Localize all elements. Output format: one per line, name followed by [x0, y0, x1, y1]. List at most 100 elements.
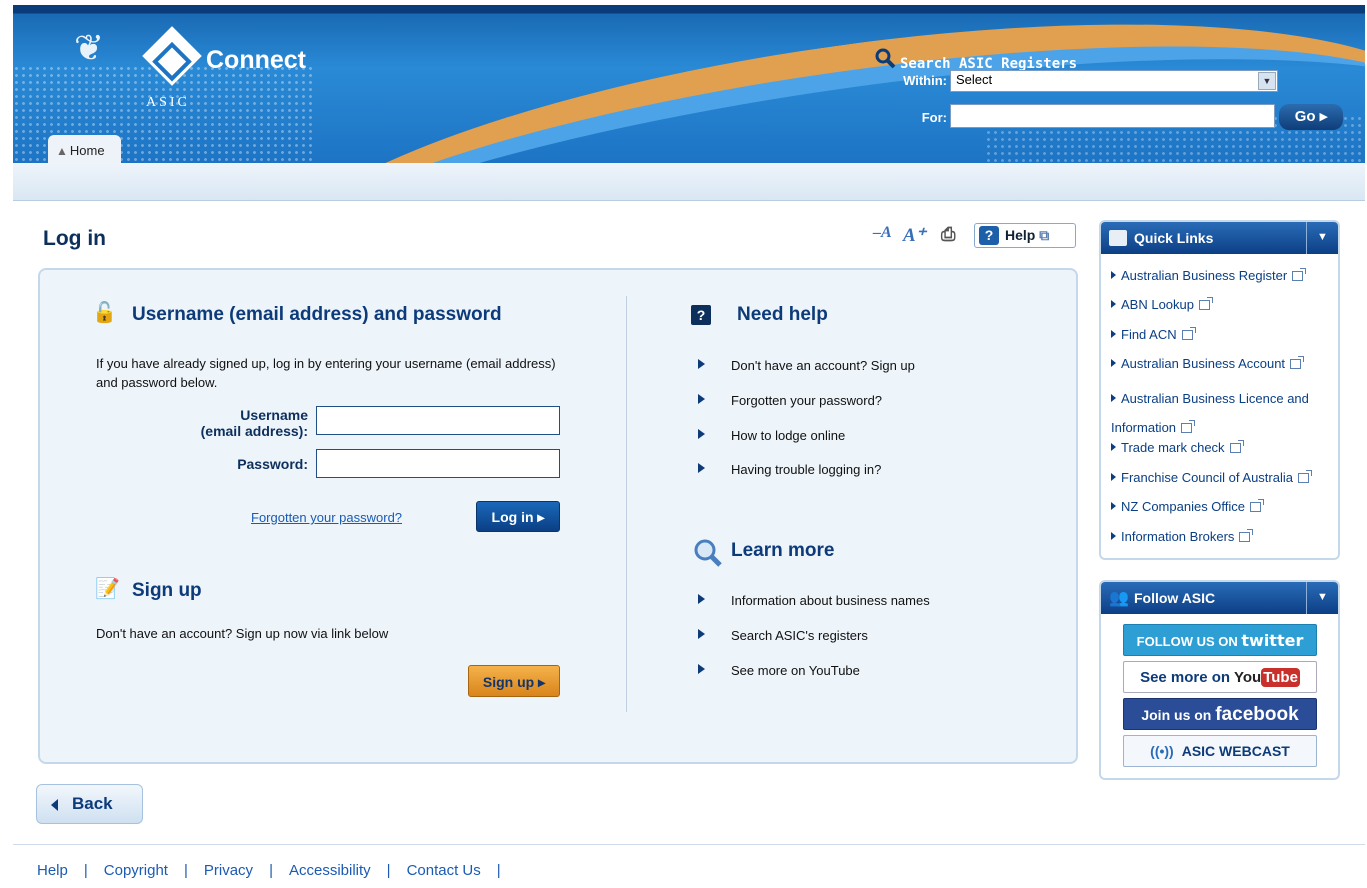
increase-text-size-icon[interactable]: A⁺ [903, 224, 926, 247]
login-button-label: Log in [491, 509, 534, 525]
username-label-line2: (email address): [200, 423, 308, 439]
decrease-text-size-icon[interactable]: ‒A [873, 224, 892, 242]
quick-link[interactable]: Australian Business Licence and Informati… [1111, 384, 1309, 442]
bullet-arrow-icon [1111, 502, 1116, 510]
go-button[interactable]: Go ▸ [1279, 104, 1343, 130]
go-button-label: Go [1294, 108, 1316, 125]
for-label: For: [921, 110, 947, 125]
bullet-arrow-icon [1111, 443, 1116, 451]
collapse-toggle-icon[interactable]: ▼ [1306, 582, 1338, 614]
external-link-icon [1181, 327, 1196, 340]
logo-text[interactable]: Connect [206, 46, 306, 75]
search-input[interactable] [950, 104, 1275, 128]
twitter-button[interactable]: FOLLOW US ON twitter [1123, 624, 1317, 656]
quick-link[interactable]: Trade mark check [1111, 438, 1244, 457]
facebook-logo-text: facebook [1215, 704, 1299, 725]
webcast-label: ASIC WEBCAST [1181, 743, 1290, 759]
quick-link[interactable]: Information Brokers [1111, 527, 1254, 546]
bullet-arrow-icon [1111, 271, 1116, 279]
bullet-arrow-icon [1111, 359, 1116, 367]
quick-link-label-cont: Information [1111, 420, 1177, 435]
back-button[interactable]: Back [36, 784, 143, 824]
quick-link[interactable]: ABN Lookup [1111, 295, 1213, 314]
quick-link[interactable]: Find ACN [1111, 325, 1196, 344]
need-help-item[interactable]: How to lodge online [698, 428, 846, 443]
quick-link[interactable]: Franchise Council of Australia [1111, 468, 1312, 487]
quick-link-label: Australian Business Register [1121, 268, 1288, 283]
quick-link-label: Australian Business Account [1121, 356, 1286, 371]
bullet-arrow-icon [698, 594, 705, 604]
footer-separator: | [183, 862, 188, 879]
print-icon[interactable]: ⎙ [941, 224, 955, 245]
login-panel: 🔓 Username (email address) and password … [38, 268, 1078, 764]
collapse-toggle-icon[interactable]: ▼ [1306, 222, 1338, 254]
chevron-down-icon: ▼ [1258, 72, 1276, 90]
bullet-arrow-icon [698, 429, 705, 439]
need-help-item[interactable]: Forgotten your password? [698, 393, 882, 408]
help-button[interactable]: ? Help ⧉ [974, 223, 1076, 248]
need-help-item-label: How to lodge online [731, 428, 846, 443]
footer-separator: | [269, 862, 273, 879]
username-label-line1: Username [240, 407, 308, 423]
footer-link-accessibility[interactable]: Accessibility [289, 862, 371, 879]
footer-links: Help | Copyright | Privacy | Accessibility | Con… [37, 862, 517, 879]
bullet-arrow-icon [1111, 473, 1116, 481]
external-link-icon [1239, 529, 1254, 542]
help-button-label: Help [1005, 227, 1036, 243]
learn-more-item[interactable]: Information about business names [698, 593, 930, 608]
quick-links-title: Quick Links [1134, 230, 1214, 246]
coat-of-arms-icon: ❦ [73, 27, 105, 68]
password-field[interactable] [316, 449, 560, 478]
within-label: Within: [903, 73, 947, 88]
tab-home[interactable]: ▲ Home [48, 135, 121, 163]
bullet-arrow-icon [698, 664, 705, 674]
facebook-button[interactable]: Join us on facebook [1123, 698, 1317, 730]
follow-asic-header: 👥 Follow ASIC ▼ [1101, 582, 1338, 614]
learn-more-item[interactable]: Search ASIC's registers [698, 628, 868, 643]
need-help-item[interactable]: Don't have an account? Sign up [698, 358, 915, 373]
quick-links-panel: Quick Links ▼ Australian Business Registe… [1099, 220, 1340, 560]
bullet-arrow-icon [1111, 394, 1116, 402]
twitter-label: FOLLOW US ON [1136, 634, 1238, 649]
footer-link-help[interactable]: Help [37, 862, 68, 879]
learn-more-item[interactable]: See more on YouTube [698, 663, 860, 678]
magnifier-icon [694, 539, 722, 567]
signup-button-label: Sign up [482, 674, 535, 690]
username-field[interactable] [316, 406, 560, 435]
need-help-item-label: Having trouble logging in? [731, 462, 882, 477]
need-help-item[interactable]: Having trouble logging in? [698, 462, 882, 477]
signup-button[interactable]: Sign up ▸ [468, 665, 560, 697]
webcast-button[interactable]: ((•)) ASIC WEBCAST [1123, 735, 1317, 767]
quick-link-label: Find ACN [1121, 327, 1177, 342]
footer-separator: | [83, 862, 88, 879]
footer-link-privacy[interactable]: Privacy [204, 862, 253, 879]
quick-link-label: Franchise Council of Australia [1121, 470, 1293, 485]
question-icon: ? [979, 226, 999, 245]
learn-more-item-label: See more on YouTube [731, 663, 860, 678]
forgot-password-link[interactable]: Forgotten your password? [251, 510, 402, 525]
youtube-logo-tube: Tube [1261, 668, 1300, 687]
bullet-arrow-icon [698, 629, 705, 639]
column-divider [626, 296, 627, 712]
within-select-value: Select [956, 72, 993, 87]
footer-link-contact-us[interactable]: Contact Us [407, 862, 481, 879]
quick-link-label: Trade mark check [1121, 440, 1225, 455]
quick-link[interactable]: NZ Companies Office [1111, 497, 1265, 516]
page: ❦ Connect ASIC ▲ Home Search ASIC Registe… [0, 0, 1367, 888]
quick-link-label: ABN Lookup [1121, 297, 1194, 312]
quick-link[interactable]: Australian Business Account [1111, 354, 1305, 373]
home-icon: ▲ [56, 144, 68, 158]
external-link-icon [1250, 499, 1265, 512]
footer-link-copyright[interactable]: Copyright [104, 862, 168, 879]
login-button[interactable]: Log in ▸ [476, 501, 560, 532]
padlock-icon: 🔓 [92, 302, 117, 324]
footer-separator: | [496, 862, 501, 879]
external-link-icon [1290, 356, 1305, 369]
quick-link[interactable]: Australian Business Register [1111, 266, 1307, 285]
twitter-logo-text: twitter [1241, 631, 1304, 650]
within-select[interactable]: Select ▼ [950, 70, 1278, 92]
external-window-icon: ⧉ [1039, 227, 1050, 243]
password-label: Password: [237, 456, 308, 472]
quick-link-label: NZ Companies Office [1121, 499, 1246, 514]
youtube-button[interactable]: See more on You Tube [1123, 661, 1317, 693]
